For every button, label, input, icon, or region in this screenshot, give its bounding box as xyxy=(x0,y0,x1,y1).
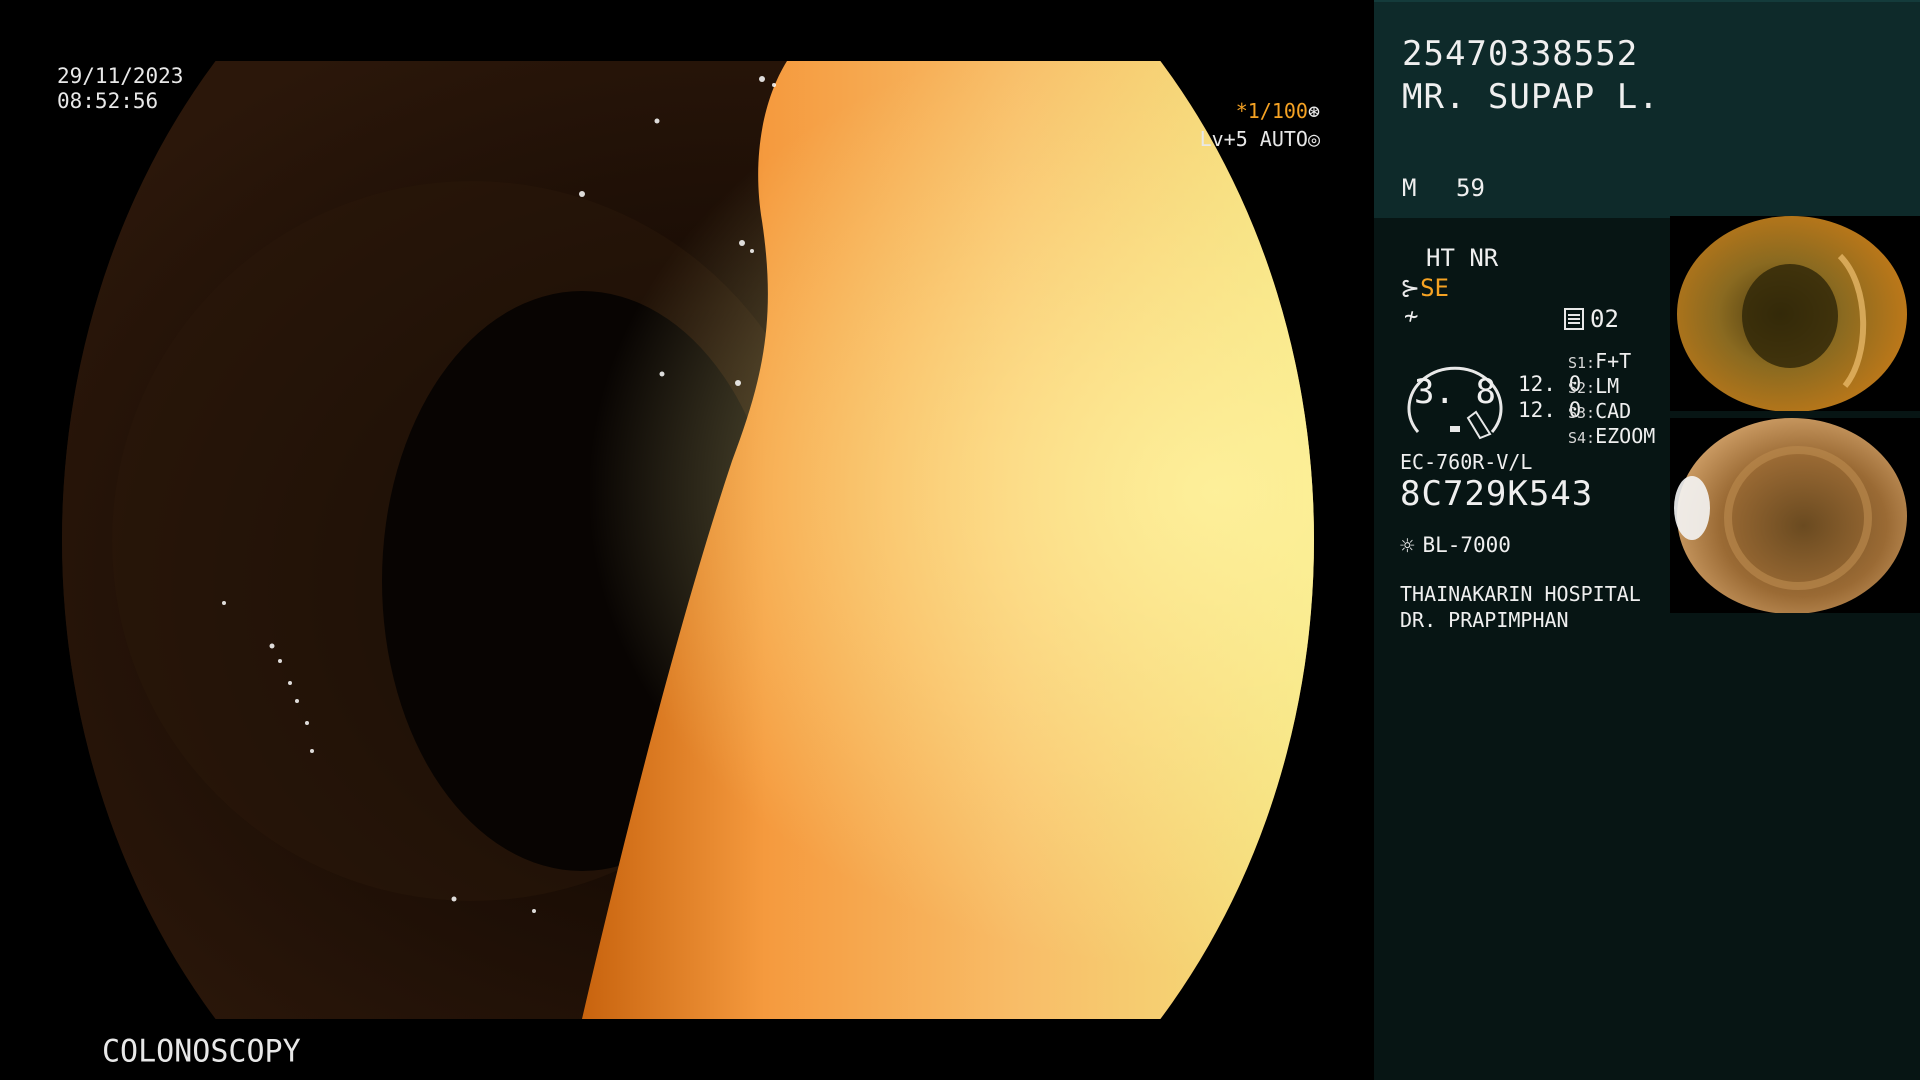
switch-value: F+T xyxy=(1595,349,1632,373)
scope-serial: 8C729K543 xyxy=(1400,474,1594,514)
colon-lumen-image xyxy=(62,61,1314,1019)
target-icon: ◎ xyxy=(1307,127,1320,151)
scope-model: EC-760R-V/L xyxy=(1400,450,1533,474)
capture-thumbnail-1[interactable] xyxy=(1670,216,1920,411)
shutter-speed: *1/100⊛ xyxy=(1236,98,1320,124)
memory-icon xyxy=(1564,308,1584,330)
thumbnail-image xyxy=(1674,418,1907,613)
switch-s1: S1:F+T xyxy=(1568,349,1631,373)
switch-value: EZOOM xyxy=(1595,424,1656,448)
light-source: ☼ BL-7000 xyxy=(1400,532,1511,560)
slash-icon: ≁ xyxy=(1404,302,1419,330)
se-mode-label: SE xyxy=(1420,274,1450,302)
hospital-name: THAINAKARIN HOSPITAL xyxy=(1400,582,1641,606)
switch-s3: S3:CAD xyxy=(1568,399,1631,423)
scissors-icon: ⊱ xyxy=(1400,274,1421,302)
switch-s2: S2:LM xyxy=(1568,374,1619,398)
switch-key: S1: xyxy=(1568,354,1596,372)
memory-slot: 02 xyxy=(1564,305,1619,333)
switch-key: S2: xyxy=(1568,379,1596,397)
switch-value: LM xyxy=(1595,374,1620,398)
shutter-speed-value: *1/100 xyxy=(1235,99,1308,123)
endoscope-live-view xyxy=(62,61,1314,1019)
thumbnail-image xyxy=(1677,216,1907,411)
switch-key: S4: xyxy=(1568,429,1596,447)
capture-thumbnail-2[interactable] xyxy=(1670,418,1920,613)
light-source-label: BL-7000 xyxy=(1422,533,1511,557)
se-mode: ⊱SE xyxy=(1400,274,1449,302)
patient-id: 25470338552 xyxy=(1402,34,1639,74)
procedure-label: COLONOSCOPY xyxy=(102,1033,301,1070)
switch-key: S3: xyxy=(1568,404,1596,422)
insertion-gauge: 3. 8 xyxy=(1400,352,1510,440)
aperture-icon: ⊛ xyxy=(1307,99,1320,123)
endoscopy-monitor: 29/11/2023 08:52:56 *1/100⊛ Lv+5 AUTO◎ C… xyxy=(0,0,1920,1080)
lamp-icon: ☼ xyxy=(1400,532,1415,560)
ht-nr-mode: HT NR xyxy=(1426,244,1499,272)
gauge-value: 3. 8 xyxy=(1414,372,1496,412)
switch-s4: S4:EZOOM xyxy=(1568,424,1655,448)
patient-age: 59 xyxy=(1456,174,1485,202)
memory-slot-value: 02 xyxy=(1590,305,1619,333)
exam-date: 29/11/2023 xyxy=(57,64,184,88)
brightness-level: Lv+5 AUTO◎ xyxy=(1200,126,1320,152)
brightness-level-value: Lv+5 AUTO xyxy=(1199,127,1308,151)
exam-time: 08:52:56 xyxy=(57,89,159,113)
patient-name: MR. SUPAP L. xyxy=(1402,77,1660,117)
doctor-name: DR. PRAPIMPHAN xyxy=(1400,608,1569,632)
switch-value: CAD xyxy=(1595,399,1632,423)
patient-sex: M xyxy=(1402,174,1417,202)
